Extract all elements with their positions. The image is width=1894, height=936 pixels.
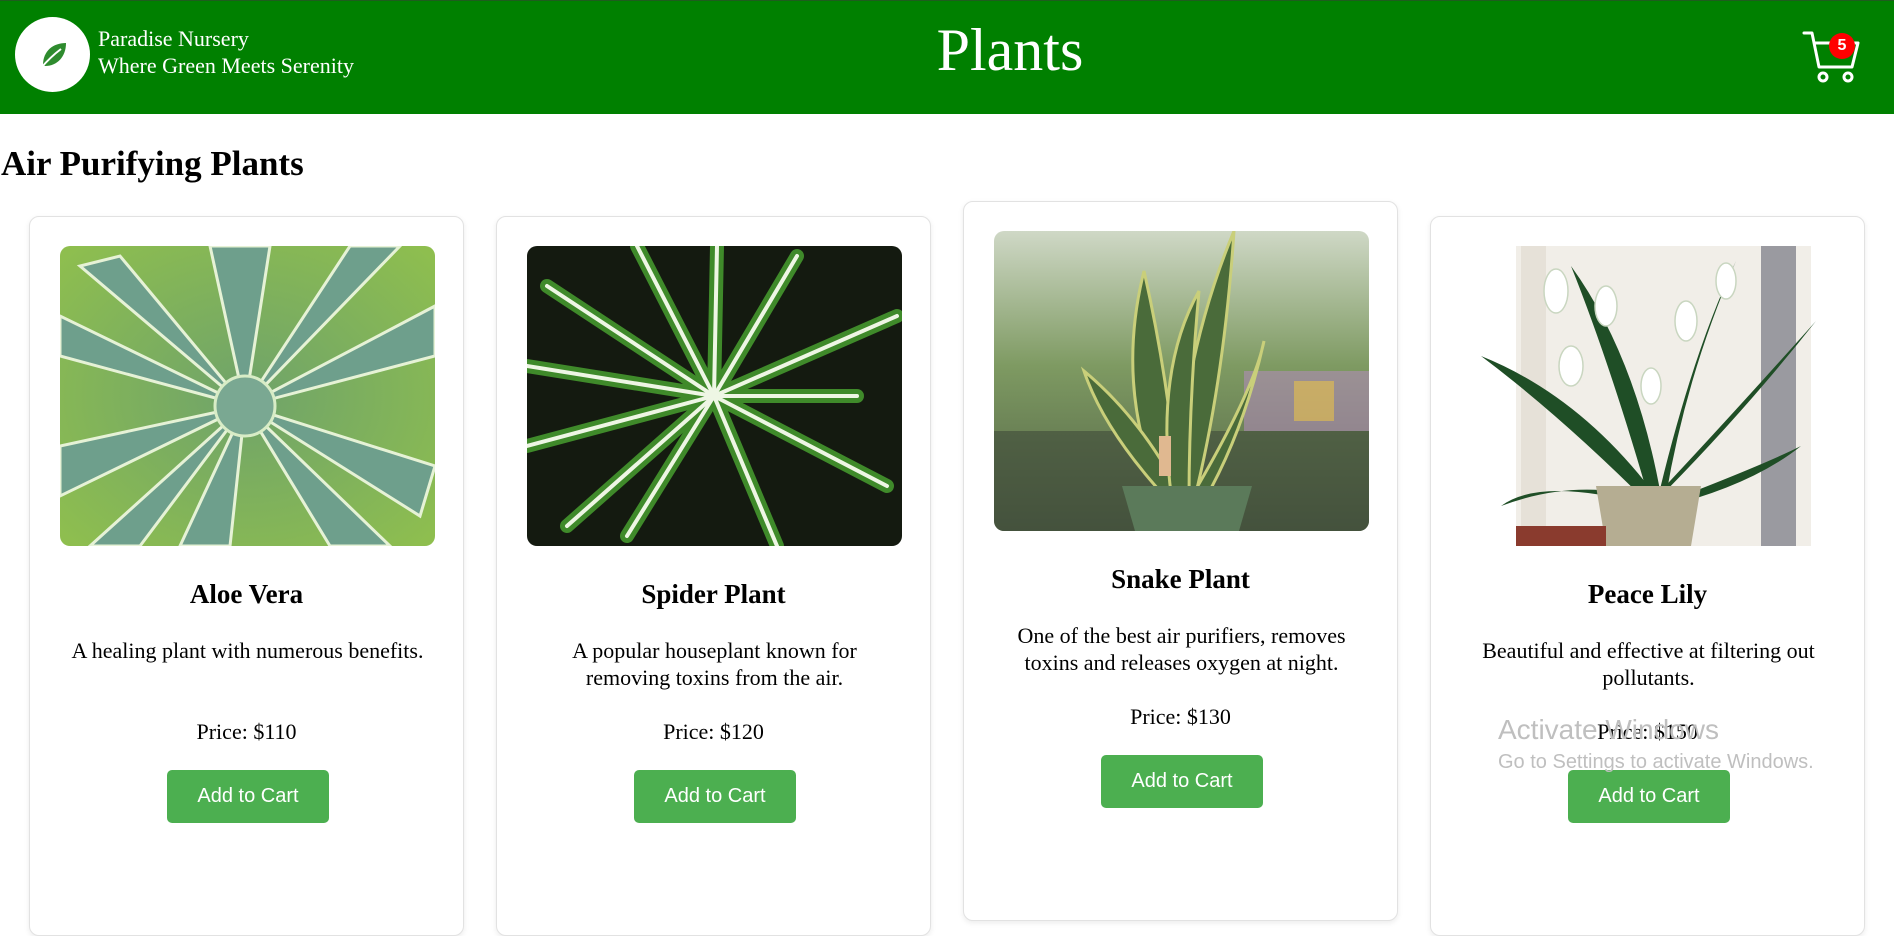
plant-description: One of the best air purifiers, removes t…: [1017, 623, 1346, 675]
plant-description: Beautiful and effective at filtering out…: [1482, 638, 1815, 690]
plant-description: A popular houseplant known for removing …: [572, 638, 857, 690]
plant-card-spider-plant: Spider Plant A popular houseplant known …: [496, 216, 931, 936]
cart-count-badge: 5: [1829, 33, 1855, 59]
add-to-cart-button[interactable]: Add to Cart: [167, 770, 329, 823]
watermark-subtitle: Go to Settings to activate Windows.: [1498, 751, 1814, 773]
cart-button[interactable]: [1802, 27, 1860, 85]
add-to-cart-button[interactable]: Add to Cart: [1101, 755, 1263, 808]
add-to-cart-button[interactable]: Add to Cart: [634, 770, 796, 823]
section-title: Air Purifying Plants: [1, 144, 304, 183]
cart-icon: [1802, 31, 1860, 83]
plant-card-snake-plant: Snake Plant One of the best air purifier…: [963, 201, 1398, 921]
activation-watermark: Activate Windows Go to Settings to activ…: [1498, 712, 1814, 776]
plant-price: Price: $120: [663, 719, 764, 744]
spider-plant-photo: [527, 246, 902, 546]
peace-lily-photo: [1461, 246, 1836, 546]
plant-card-peace-lily: Peace Lily Beautiful and effective at fi…: [1430, 216, 1865, 936]
plant-price: Price: $130: [1130, 704, 1231, 729]
plant-description: A healing plant with numerous benefits.: [71, 638, 424, 663]
plant-name: Snake Plant: [1111, 564, 1250, 594]
snake-plant-photo: [994, 231, 1369, 531]
navbar: Paradise Nursery Where Green Meets Seren…: [0, 0, 1894, 114]
aloe-vera-photo: [60, 246, 435, 546]
plant-name: Aloe Vera: [189, 579, 304, 609]
add-to-cart-button[interactable]: Add to Cart: [1568, 770, 1730, 823]
page-title: Plants: [936, 17, 1084, 83]
plant-name: Spider Plant: [641, 579, 786, 609]
watermark-title: Activate Windows: [1498, 714, 1719, 745]
plant-price: Price: $110: [196, 719, 297, 744]
plant-card-aloe-vera: Aloe Vera A healing plant with numerous …: [29, 216, 464, 936]
plant-name: Peace Lily: [1587, 579, 1708, 609]
